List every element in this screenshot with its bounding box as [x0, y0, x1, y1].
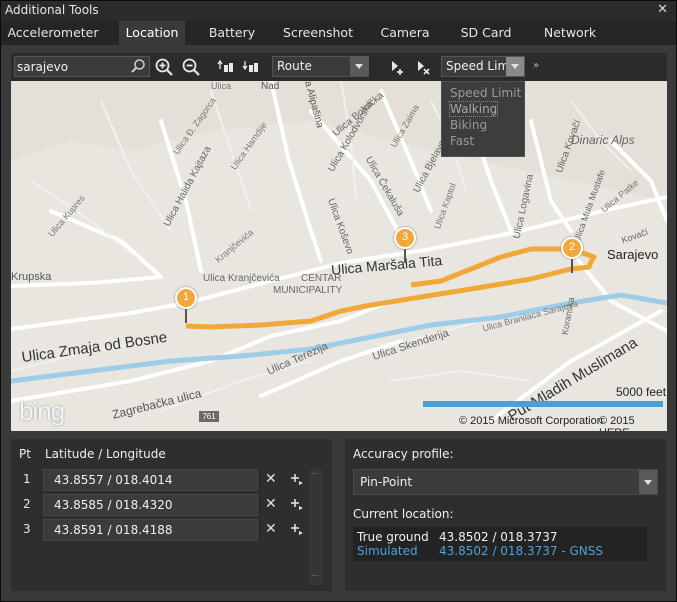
map-label: Krupska: [11, 271, 52, 283]
zoom-out-icon[interactable]: [181, 57, 201, 77]
tab-battery[interactable]: Battery: [201, 21, 263, 45]
copyright-here: © 2015 HERE: [599, 415, 635, 431]
search-input[interactable]: [17, 58, 127, 75]
map-label: Sarajevo: [607, 247, 659, 262]
accuracy-profile-label: Accuracy profile:: [353, 447, 454, 461]
true-ground-value: 43.8502 / 018.3737: [439, 530, 558, 544]
tab-bar: Accelerometer Location Battery Screensho…: [1, 21, 676, 45]
point-row: 3 43.8591 / 018.4188 ✕: [11, 519, 311, 541]
tab-sd-card[interactable]: SD Card: [453, 21, 519, 45]
copyright-microsoft: © 2015 Microsoft Corporation: [459, 415, 603, 427]
title-bar: Additional Tools ✕: [1, 1, 676, 21]
points-panel: Pt Latitude / Longitude 1 43.8557 / 018.…: [11, 439, 332, 591]
chevron-down-icon[interactable]: [350, 57, 368, 76]
point-row: 2 43.8585 / 018.4320 ✕: [11, 494, 311, 516]
point-index: 2: [23, 497, 31, 511]
map-label: Ulica Kranjčevića: [203, 273, 280, 284]
tab-network[interactable]: Network: [535, 21, 605, 45]
tab-accelerometer[interactable]: Accelerometer: [1, 21, 105, 45]
remove-point-icon[interactable]: ✕: [265, 521, 277, 537]
tab-location[interactable]: Location: [119, 21, 185, 45]
point-index: 3: [23, 522, 31, 536]
search-icon[interactable]: [130, 58, 146, 74]
remove-point-icon[interactable]: ✕: [265, 471, 277, 487]
true-ground-label: True ground: [357, 530, 429, 544]
speed-dropdown-menu: Speed Limit Walking Biking Fast: [441, 81, 525, 157]
point-coord-field[interactable]: 43.8591 / 018.4188: [43, 519, 258, 541]
pin-number: 3: [401, 231, 409, 243]
load-points-icon[interactable]: [217, 57, 237, 77]
chevron-down-icon[interactable]: [506, 57, 524, 76]
bing-logo: bing: [19, 396, 65, 426]
insert-point-icon[interactable]: [290, 472, 304, 486]
scroll-up-grip[interactable]: ...: [311, 467, 319, 476]
tab-camera[interactable]: Camera: [373, 21, 437, 45]
route-pin[interactable]: 2: [559, 237, 585, 277]
route-pin[interactable]: 1: [173, 287, 199, 327]
map-label: CENTAR: [301, 273, 342, 284]
speed-dropdown[interactable]: Speed Limit: [441, 56, 525, 77]
scroll-down-grip[interactable]: ...: [311, 569, 319, 578]
chevron-down-icon[interactable]: [639, 470, 657, 494]
map-frame: Route Speed Limit »: [11, 53, 667, 431]
menu-item-biking[interactable]: Biking: [450, 118, 487, 132]
pin-number: 1: [182, 291, 190, 303]
point-index: 1: [23, 472, 31, 486]
menu-item-fast[interactable]: Fast: [450, 134, 474, 148]
tab-screenshot[interactable]: Screenshot: [279, 21, 357, 45]
map-view[interactable]: Ulica Zmaja od Bosne Ulica Maršala Tita …: [11, 81, 667, 431]
road-badge: 761: [199, 411, 219, 422]
mode-dropdown-value: Route: [277, 59, 312, 73]
save-points-icon[interactable]: [242, 57, 262, 77]
add-pin-icon[interactable]: [387, 57, 407, 77]
map-toolbar: Route Speed Limit »: [11, 53, 667, 81]
scale-bar: [423, 401, 663, 407]
accuracy-panel: Accuracy profile: Pin-Point Current loca…: [345, 439, 666, 591]
additional-tools-window: Additional Tools ✕ Accelerometer Locatio…: [0, 0, 677, 602]
scale-label: 5000 feet: [616, 385, 667, 399]
map-label: Nad: [261, 81, 280, 92]
pin-number: 2: [568, 241, 576, 253]
mode-dropdown[interactable]: Route: [272, 56, 369, 77]
zoom-in-icon[interactable]: [154, 57, 174, 77]
window-title: Additional Tools: [5, 3, 99, 17]
latlon-column-header: Latitude / Longitude: [45, 447, 166, 461]
expand-icon[interactable]: »: [533, 60, 539, 71]
close-icon[interactable]: ✕: [657, 2, 668, 17]
route-pin[interactable]: 3: [392, 227, 418, 267]
insert-point-icon[interactable]: [290, 497, 304, 511]
current-location-box: True ground 43.8502 / 018.3737 Simulated…: [353, 527, 647, 561]
search-box: [14, 56, 150, 77]
clear-pins-icon[interactable]: [413, 57, 433, 77]
current-location-label: Current location:: [353, 507, 454, 521]
accuracy-profile-value: Pin-Point: [360, 475, 413, 489]
pt-column-header: Pt: [19, 447, 31, 461]
simulated-label: Simulated: [357, 544, 418, 558]
location-panel: Route Speed Limit »: [1, 45, 676, 601]
map-label: Ulica: [211, 81, 232, 91]
point-coord-field[interactable]: 43.8585 / 018.4320: [43, 494, 258, 516]
point-coord-field[interactable]: 43.8557 / 018.4014: [43, 469, 258, 491]
point-row: 1 43.8557 / 018.4014 ✕: [11, 469, 311, 491]
points-scrollbar[interactable]: ... ...: [309, 467, 323, 585]
accuracy-profile-select[interactable]: Pin-Point: [353, 469, 658, 495]
insert-point-icon[interactable]: [290, 522, 304, 536]
simulated-value: 43.8502 / 018.3737 - GNSS: [439, 544, 604, 558]
menu-item-speed-limit[interactable]: Speed Limit: [450, 86, 521, 100]
menu-item-walking[interactable]: Walking: [448, 101, 499, 117]
map-label: Dinaric Alps: [571, 133, 635, 147]
remove-point-icon[interactable]: ✕: [265, 496, 277, 512]
map-label: MUNICIPALITY: [273, 285, 343, 296]
